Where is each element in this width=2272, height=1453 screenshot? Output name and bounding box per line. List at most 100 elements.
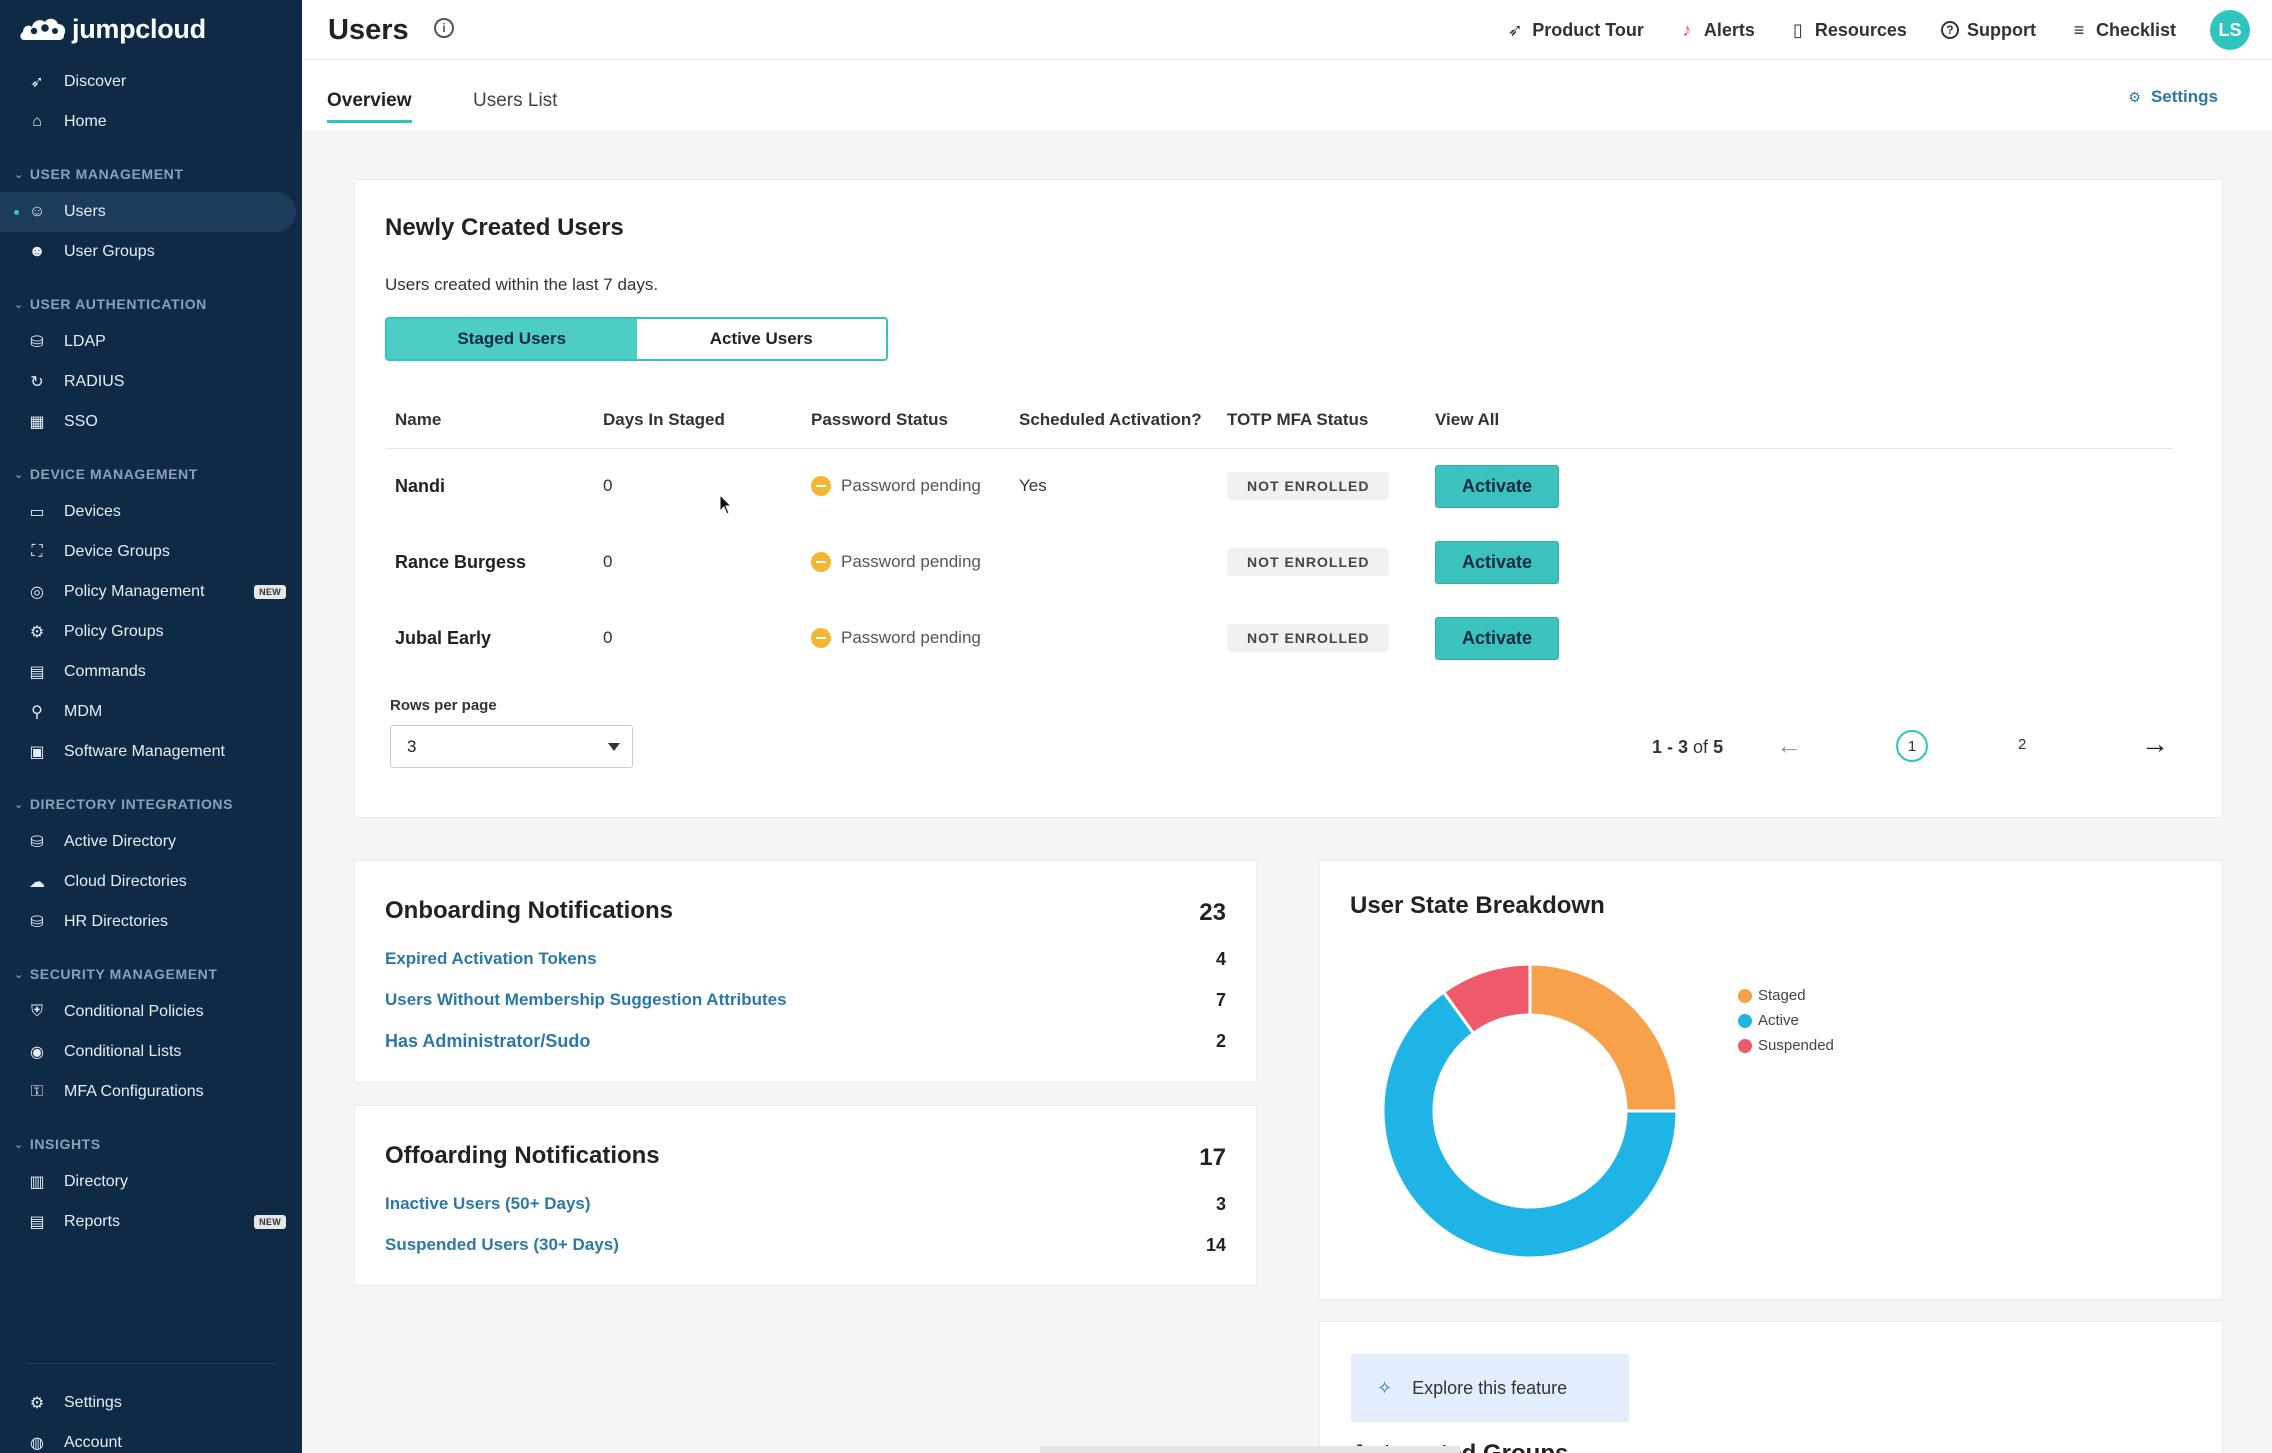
- sidebar-section-user-management[interactable]: ⌄ USER MANAGEMENT: [0, 156, 302, 192]
- header-link-product-tour[interactable]: ➶ Product Tour: [1506, 20, 1644, 41]
- user-name[interactable]: Jubal Early: [395, 628, 491, 648]
- sidebar-item-device-groups[interactable]: ⛶ Device Groups: [0, 532, 302, 572]
- sidebar-item-label: Directory: [64, 1173, 129, 1190]
- sidebar-item-software-management[interactable]: ▣ Software Management: [0, 732, 302, 772]
- page-1-button[interactable]: 1: [1896, 730, 1928, 762]
- settings-link[interactable]: ⚙ Settings: [2128, 87, 2218, 107]
- suspended-users-link[interactable]: Suspended Users (30+ Days): [385, 1235, 619, 1255]
- user-name[interactable]: Rance Burgess: [395, 552, 526, 572]
- brand-logo[interactable]: jumpcloud: [0, 0, 302, 58]
- sidebar-item-user-groups[interactable]: ☻ User Groups: [0, 232, 302, 272]
- sidebar-item-label: Home: [64, 113, 107, 130]
- col-days-in-staged[interactable]: Days In Staged: [593, 392, 801, 449]
- sidebar-item-devices[interactable]: ▭ Devices: [0, 492, 302, 532]
- avatar[interactable]: LS: [2210, 10, 2250, 50]
- col-password-status[interactable]: Password Status: [801, 392, 1009, 449]
- sidebar-item-label: Reports: [64, 1213, 121, 1230]
- sidebar-item-mdm[interactable]: ⚲ MDM: [0, 692, 302, 732]
- sidebar-item-account[interactable]: ◍ Account: [0, 1423, 302, 1453]
- sidebar-item-settings[interactable]: ⚙ Settings: [0, 1383, 302, 1423]
- tab-users-list[interactable]: Users List: [473, 90, 557, 120]
- activate-button[interactable]: Activate: [1435, 464, 1560, 508]
- tab-overview[interactable]: Overview: [327, 90, 412, 123]
- sidebar-item-radius[interactable]: ↻ RADIUS: [0, 362, 302, 402]
- staged-users-segment[interactable]: Staged Users: [387, 319, 637, 359]
- table-row[interactable]: Jubal Early 0 Password pending NOT ENROLLED…: [385, 600, 2173, 676]
- expired-activation-tokens-link[interactable]: Expired Activation Tokens: [385, 949, 597, 969]
- activate-button[interactable]: Activate: [1435, 616, 1560, 660]
- sidebar-item-users[interactable]: ☺ Users: [0, 192, 296, 232]
- sidebar-item-hr-directories[interactable]: ⛁ HR Directories: [0, 902, 302, 942]
- user-name[interactable]: Nandi: [395, 476, 445, 496]
- sidebar-item-cloud-directories[interactable]: ☁ Cloud Directories: [0, 862, 302, 902]
- days-in-staged: 0: [603, 552, 613, 571]
- has-administrator-sudo-link[interactable]: Has Administrator/Sudo: [385, 1031, 590, 1052]
- scrollbar-track[interactable]: [1040, 1446, 1460, 1453]
- rows-per-page-select[interactable]: 3: [390, 725, 633, 768]
- card-title: Offoarding Notifications: [385, 1142, 660, 1169]
- header-link-alerts[interactable]: ♪ Alerts: [1678, 20, 1755, 41]
- header-link-support[interactable]: ? Support: [1940, 20, 2036, 41]
- explore-feature-button[interactable]: ✧ Explore this feature: [1351, 1354, 1629, 1422]
- sidebar-item-label: Policy Groups: [64, 623, 164, 640]
- user-state-donut-chart: [1381, 962, 1679, 1260]
- sidebar-item-sso[interactable]: ▦ SSO: [0, 402, 302, 442]
- donut-slice-staged[interactable]: [1528, 962, 1679, 1113]
- activate-button[interactable]: Activate: [1435, 540, 1560, 584]
- header-link-checklist[interactable]: ≡ Checklist: [2070, 20, 2176, 41]
- sidebar-item-ldap[interactable]: ⛁ LDAP: [0, 322, 302, 362]
- col-name[interactable]: Name: [385, 392, 593, 449]
- col-totp-mfa-status[interactable]: TOTP MFA Status: [1217, 392, 1425, 449]
- sidebar-section-security-management[interactable]: ⌄ SECURITY MANAGEMENT: [0, 956, 302, 992]
- radius-icon: ↻: [30, 374, 44, 391]
- sidebar-item-policy-management[interactable]: ◎ Policy Management NEW: [0, 572, 302, 612]
- table-row[interactable]: Nandi 0 Password pending Yes NOT ENROLLED Act…: [385, 448, 2173, 524]
- sidebar-item-active-directory[interactable]: ⛁ Active Directory: [0, 822, 302, 862]
- sidebar-item-label: Commands: [64, 663, 146, 680]
- arrow-right-icon[interactable]: →: [2141, 728, 2169, 760]
- notification-count: 2: [1215, 1030, 1226, 1051]
- sidebar-item-mfa-configurations[interactable]: ⚿ MFA Configurations: [0, 1072, 302, 1112]
- sidebar-item-reports[interactable]: ▤ Reports NEW: [0, 1202, 302, 1242]
- sidebar-item-conditional-policies[interactable]: ⛨ Conditional Policies: [0, 992, 302, 1032]
- sidebar-section-insights[interactable]: ⌄ INSIGHTS: [0, 1126, 302, 1162]
- top-header: Users i ➶ Product Tour ♪ Alerts ▯ Resources? S…: [302, 0, 2272, 60]
- user-state-breakdown-card: User State Breakdown Staged Active Suspend…: [1319, 860, 2223, 1300]
- list-item: Expired Activation Tokens 4: [385, 946, 1226, 972]
- notification-count: 14: [1205, 1234, 1226, 1255]
- legend-item-active[interactable]: Active: [1738, 1008, 1834, 1033]
- sidebar-item-label: RADIUS: [64, 373, 125, 390]
- info-icon[interactable]: i: [434, 18, 454, 38]
- col-scheduled-activation[interactable]: Scheduled Activation?: [1009, 392, 1217, 449]
- sidebar-item-home[interactable]: ⌂ Home: [0, 102, 302, 142]
- sidebar-item-policy-groups[interactable]: ⚙ Policy Groups: [0, 612, 302, 652]
- sidebar-item-label: Discover: [64, 73, 127, 90]
- legend-item-staged[interactable]: Staged: [1738, 983, 1834, 1008]
- sidebar-item-commands[interactable]: ▤ Commands: [0, 652, 302, 692]
- inactive-users-link[interactable]: Inactive Users (50+ Days): [385, 1194, 591, 1214]
- sidebar-section-device-management[interactable]: ⌄ DEVICE MANAGEMENT: [0, 456, 302, 492]
- sidebar-item-directory[interactable]: ▥ Directory: [0, 1162, 302, 1202]
- chevron-down-icon: ⌄: [14, 468, 24, 481]
- active-users-segment[interactable]: Active Users: [636, 319, 886, 359]
- sidebar-section-user-authentication[interactable]: ⌄ USER AUTHENTICATION: [0, 286, 302, 322]
- active-directory-icon: ⛁: [30, 834, 44, 851]
- pagination-range: 1 - 3: [1652, 737, 1689, 757]
- sidebar-item-conditional-lists[interactable]: ◉ Conditional Lists: [0, 1032, 302, 1072]
- page-2-button[interactable]: 2: [2018, 736, 2026, 753]
- sidebar-section-directory-integrations[interactable]: ⌄ DIRECTORY INTEGRATIONS: [0, 786, 302, 822]
- legend-item-suspended[interactable]: Suspended: [1738, 1033, 1834, 1058]
- sidebar-item-discover[interactable]: ➶ Discover: [0, 62, 302, 102]
- table-row[interactable]: Rance Burgess 0 Password pending NOT ENROLL…: [385, 524, 2173, 600]
- card-title: Onboarding Notifications: [385, 897, 673, 924]
- list-item: Users Without Membership Suggestion Attr…: [385, 987, 1226, 1013]
- header-link-resources[interactable]: ▯ Resources: [1789, 20, 1907, 41]
- arrow-left-icon[interactable]: ←: [1776, 730, 1802, 761]
- view-all-link[interactable]: View All: [1425, 392, 2173, 449]
- header-link-label: Checklist: [2095, 19, 2176, 40]
- users-without-membership-link[interactable]: Users Without Membership Suggestion Attr…: [385, 990, 787, 1010]
- password-status-label: Password pending: [841, 628, 981, 647]
- pending-status-icon: [811, 628, 831, 648]
- chevron-down-icon: ⌄: [14, 968, 24, 981]
- sidebar-item-label: Software Management: [64, 743, 225, 760]
